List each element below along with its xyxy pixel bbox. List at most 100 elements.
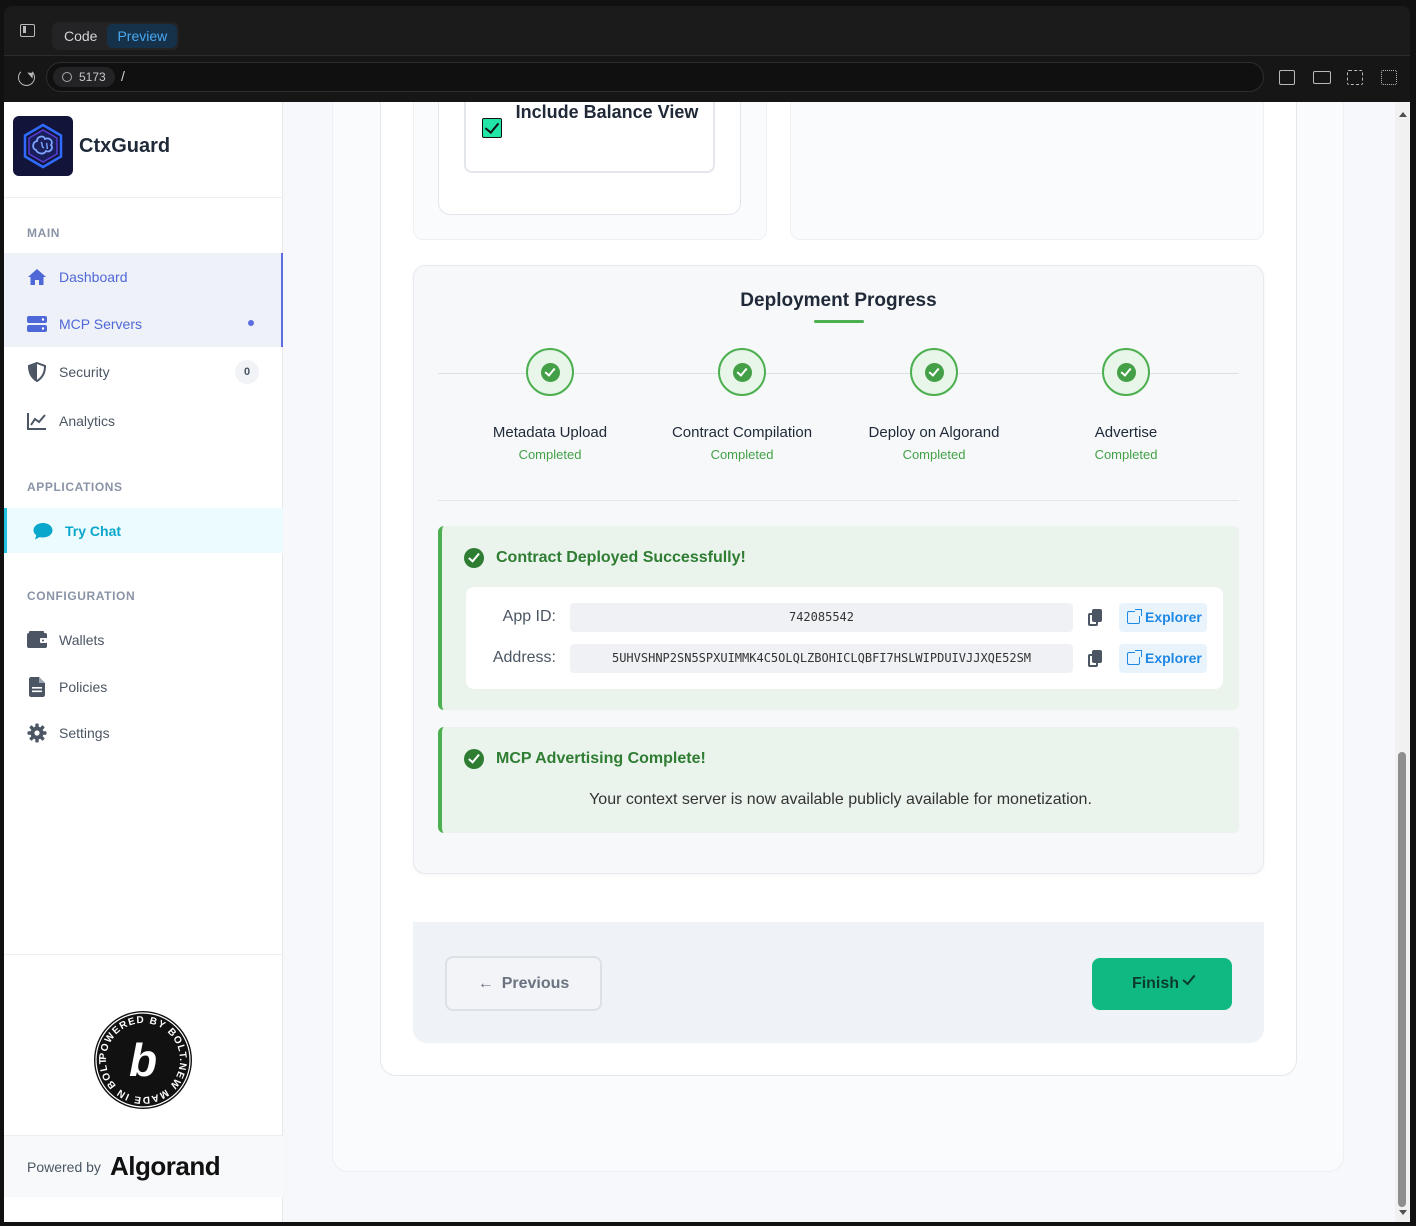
external-link-icon (1127, 609, 1142, 624)
plug-icon (62, 72, 72, 82)
address-value[interactable]: 5UHVSHNP2SN5SPXUIMMK4C5OLQLZBOHICLQBFI7H… (570, 644, 1073, 673)
app-explorer-button[interactable]: Explorer (1119, 603, 1207, 632)
sidebar-item-wallets[interactable]: Wallets (4, 616, 283, 663)
wallet-icon (27, 630, 47, 650)
tab-preview[interactable]: Preview (107, 24, 178, 48)
shield-icon (27, 361, 47, 382)
check-circle-icon (464, 548, 484, 568)
app-id-label: App ID: (502, 608, 556, 625)
scroll-up-arrow-icon[interactable] (1399, 108, 1407, 117)
sidebar-item-label: Policies (59, 678, 108, 695)
deployment-progress-title: Deployment Progress (740, 290, 937, 311)
responsive-view-icon[interactable] (1313, 71, 1331, 84)
chat-bubble-icon (33, 521, 53, 541)
section-title-main: MAIN (27, 226, 61, 240)
external-link-icon (1127, 650, 1142, 665)
step-name: Contract Compilation (671, 424, 813, 441)
sidebar-item-dashboard[interactable]: Dashboard (4, 253, 283, 300)
step-complete-icon (718, 348, 766, 396)
deployment-details: App ID: 742085542 Explorer Address: 5UHV… (466, 587, 1223, 689)
bolt-b-logo-icon: b (129, 1034, 157, 1086)
brain-logo-icon (13, 116, 73, 176)
scrollbar-thumb[interactable] (1398, 752, 1406, 1207)
title-underline (814, 320, 864, 323)
previous-button[interactable]: ← Previous (445, 956, 602, 1011)
chart-line-icon (27, 411, 47, 431)
brand[interactable]: CtxGuard (13, 116, 170, 176)
open-external-icon[interactable] (1279, 70, 1295, 85)
port-chip[interactable]: 5173 (53, 67, 115, 87)
sidebar-item-policies[interactable]: Policies (4, 663, 283, 710)
previous-label: Previous (501, 975, 570, 992)
sidebar-item-analytics[interactable]: Analytics (4, 397, 283, 444)
include-balance-view-checkbox[interactable] (482, 118, 502, 138)
option-label: Include Balance View (515, 102, 699, 122)
finish-button[interactable]: Finish (1092, 958, 1232, 1010)
contract-deployed-alert: Contract Deployed Successfully! App ID: … (438, 526, 1239, 710)
sidebar-item-mcp-servers[interactable]: MCP Servers (4, 300, 283, 347)
sidebar-item-try-chat[interactable]: Try Chat (4, 508, 283, 553)
algorand-logo[interactable]: Algorand (110, 1151, 221, 1182)
step-contract-compilation: Contract Compilation Completed (642, 348, 842, 462)
divider (4, 954, 283, 955)
explorer-label: Explorer (1145, 609, 1202, 625)
options-panel-right (790, 102, 1264, 240)
copy-icon[interactable] (1087, 608, 1105, 628)
reload-icon[interactable] (18, 69, 35, 86)
section-title-applications: APPLICATIONS (27, 480, 123, 494)
url-bar[interactable]: 5173 / (46, 62, 1264, 92)
sidebar-item-label: Analytics (59, 412, 116, 429)
alert-title: MCP Advertising Complete! (496, 750, 706, 767)
app-id-row: App ID: 742085542 Explorer (466, 603, 1223, 633)
explorer-label: Explorer (1145, 650, 1202, 666)
advertising-message: Your context server is now available pub… (589, 791, 1092, 808)
step-complete-icon (1102, 348, 1150, 396)
sidebar-item-label: MCP Servers (59, 315, 142, 332)
document-icon (27, 676, 47, 697)
step-deploy-on-algorand: Deploy on Algorand Completed (834, 348, 1034, 462)
sidebar-item-settings[interactable]: Settings (4, 709, 283, 756)
mcp-advertising-alert: MCP Advertising Complete! Your context s… (438, 727, 1239, 833)
browser-toolbar: Code Preview (4, 6, 1410, 56)
security-count-badge: 0 (235, 360, 259, 384)
address-explorer-button[interactable]: Explorer (1119, 644, 1207, 673)
sidebar-toggle-icon[interactable] (20, 24, 35, 37)
finish-label: Finish (1131, 975, 1180, 992)
alert-header: MCP Advertising Complete! (464, 749, 706, 769)
tab-code[interactable]: Code (54, 24, 107, 48)
divider (4, 197, 283, 198)
address-label: Address: (492, 649, 556, 666)
scrollbar[interactable] (1395, 102, 1410, 1222)
address-row: Address: 5UHVSHNP2SN5SPXUIMMK4C5OLQLZBOH… (466, 644, 1223, 674)
step-complete-icon (526, 348, 574, 396)
check-circle-icon (464, 749, 484, 769)
copy-icon[interactable] (1087, 649, 1105, 669)
bolt-badge[interactable]: POWERED BY BOLT.NEW MADE IN BOLT.NEW b (88, 1002, 193, 1110)
gear-icon (27, 723, 47, 743)
step-status: Completed (710, 447, 774, 462)
section-title-configuration: CONFIGURATION (27, 589, 136, 603)
sidebar: CtxGuard MAIN Dashboard MCP Servers Secu… (4, 102, 283, 1222)
step-name: Deploy on Algorand (868, 424, 1000, 441)
fullscreen-icon[interactable] (1381, 70, 1397, 85)
view-mode-toggle: Code Preview (52, 22, 180, 50)
step-complete-icon (910, 348, 958, 396)
sidebar-item-label: Settings (59, 724, 110, 741)
step-status: Completed (518, 447, 582, 462)
port-number: 5173 (79, 70, 106, 84)
active-indicator-dot (248, 320, 254, 326)
arrow-left-icon: ← (477, 975, 494, 992)
step-metadata-upload: Metadata Upload Completed (450, 348, 650, 462)
powered-by-footer: Powered by Algorand (4, 1135, 283, 1197)
check-icon (1182, 971, 1196, 986)
app-id-value[interactable]: 742085542 (570, 603, 1073, 632)
sidebar-item-security[interactable]: Security 0 (4, 348, 283, 395)
app-viewport: CtxGuard MAIN Dashboard MCP Servers Secu… (4, 102, 1410, 1222)
sidebar-item-label: Wallets (59, 631, 105, 648)
step-status: Completed (902, 447, 966, 462)
home-icon (27, 267, 47, 287)
server-icon (27, 314, 47, 334)
alert-title: Contract Deployed Successfully! (496, 549, 746, 566)
element-select-icon[interactable] (1347, 70, 1363, 85)
scroll-down-arrow-icon[interactable] (1399, 1210, 1407, 1219)
